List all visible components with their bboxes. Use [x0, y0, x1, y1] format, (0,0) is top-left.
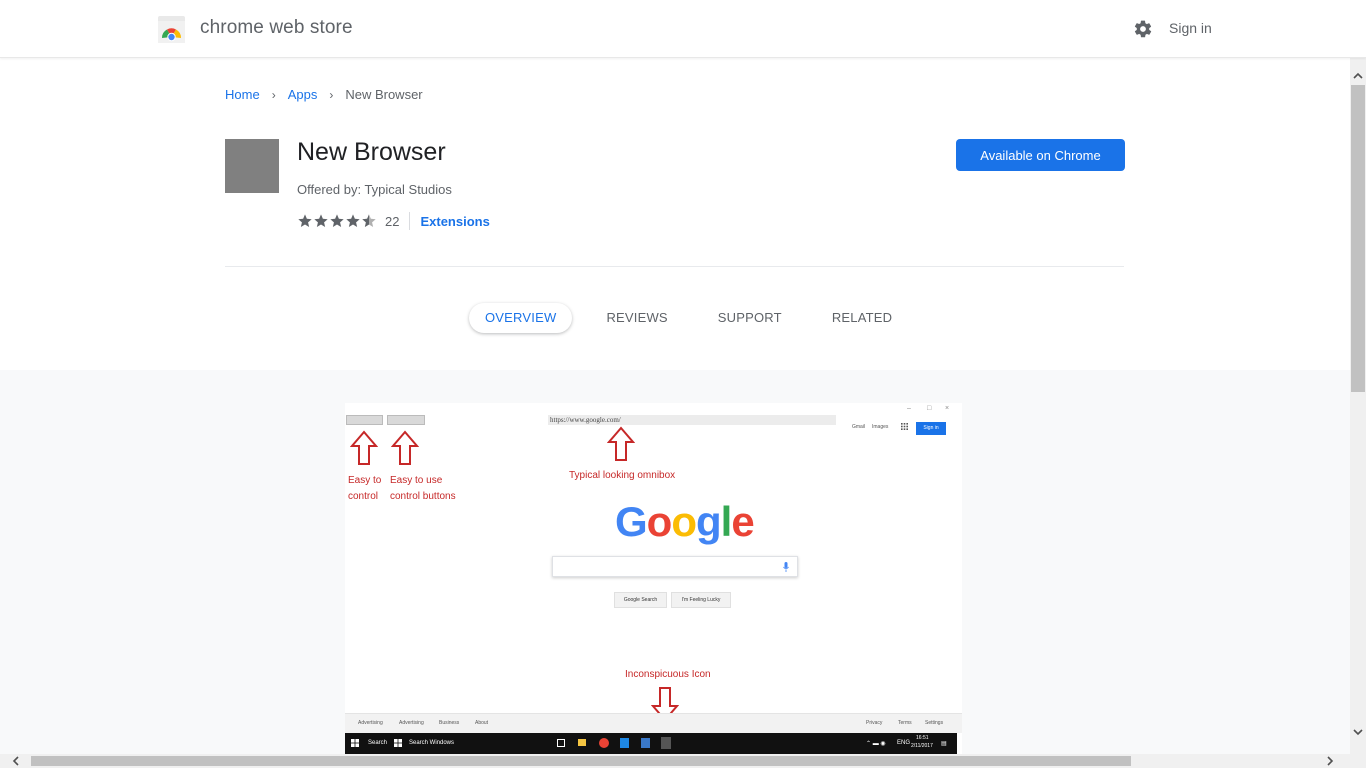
- footer-link: Advertising: [399, 720, 424, 726]
- star-icon: [346, 214, 360, 227]
- annotation-line: control: [348, 491, 379, 502]
- vertical-scroll-thumb[interactable]: [1351, 85, 1365, 392]
- apps-grid-icon: [901, 423, 908, 430]
- star-icon: [314, 214, 328, 227]
- horizontal-scroll-thumb[interactable]: [31, 756, 1131, 766]
- footer-link: Privacy: [866, 720, 883, 726]
- taskbar-app-icon: [620, 738, 629, 748]
- screenshot-taskbar: Search Search Windows ⌃ ▬ ◉ ENG 16:51 2/…: [345, 733, 957, 754]
- breadcrumb-current: New Browser: [345, 87, 423, 102]
- arrow-up-icon: [391, 430, 419, 465]
- gear-icon[interactable]: [1133, 19, 1153, 39]
- taskbar-search-windows-label: Search Windows: [409, 740, 455, 746]
- footer-link: Settings: [925, 720, 944, 726]
- footer-link: About: [475, 720, 489, 726]
- screenshot-control-buttons: [346, 415, 383, 425]
- taskbar-tray-icons: ⌃ ▬ ◉: [866, 741, 886, 747]
- taskbar-search-label: Search: [368, 740, 388, 746]
- breadcrumb-home[interactable]: Home: [225, 87, 260, 102]
- tab-reviews[interactable]: REVIEWS: [606, 303, 667, 333]
- vertical-scrollbar[interactable]: [1350, 58, 1366, 754]
- rating-count[interactable]: 22: [385, 214, 399, 229]
- footer-link: Business: [439, 720, 460, 726]
- taskbar-time: 16:51: [916, 735, 929, 741]
- category-link[interactable]: Extensions: [420, 214, 489, 229]
- arrow-up-icon: [607, 426, 635, 461]
- annotation-line: Easy to: [348, 475, 382, 486]
- arrow-up-icon: [350, 430, 378, 465]
- scroll-up-arrow-icon[interactable]: [1350, 68, 1366, 84]
- screenshot-control-buttons: [387, 415, 425, 425]
- breadcrumb-apps[interactable]: Apps: [288, 87, 318, 102]
- google-logo: Google: [615, 498, 755, 545]
- microphone-icon: [783, 562, 789, 572]
- app-screenshot[interactable]: https://www.google.com/ – □ × Gmail Imag…: [345, 403, 962, 754]
- main-content: Home › Apps › New Browser New Browser Of…: [0, 58, 1350, 754]
- offered-by: Offered by: Typical Studios: [297, 182, 452, 197]
- chevron-right-icon: ›: [271, 87, 276, 102]
- annotation-control-buttons: Easy to use control buttons: [390, 473, 456, 505]
- rating-stars[interactable]: [297, 213, 377, 229]
- footer-link: Advertising: [358, 720, 383, 726]
- windows-icon: [394, 739, 402, 747]
- chevron-right-icon: ›: [329, 87, 334, 102]
- screenshot-gallery: https://www.google.com/ – □ × Gmail Imag…: [0, 370, 1350, 754]
- screenshot-search-box: [552, 556, 798, 577]
- screenshot-maximize-icon: □: [927, 405, 932, 412]
- notification-icon: ▤: [941, 741, 947, 747]
- windows-icon: [351, 739, 359, 747]
- taskbar-new-browser-icon: [661, 737, 671, 749]
- top-header: chrome web store Sign in: [0, 0, 1366, 58]
- screenshot-images-link: Images: [872, 424, 889, 430]
- screenshot-signin-button: Sign in: [916, 422, 946, 435]
- star-icon: [298, 214, 312, 227]
- star-icon: [330, 214, 344, 227]
- section-divider: [225, 266, 1124, 267]
- annotation-easy-control: Easy to control: [348, 473, 381, 505]
- scroll-left-arrow-icon[interactable]: [8, 754, 24, 768]
- app-icon: [225, 139, 279, 193]
- chrome-web-store-page: chrome web store Sign in Home › Apps › N…: [0, 0, 1366, 768]
- detail-tabs: OVERVIEW REVIEWS SUPPORT RELATED: [469, 303, 892, 333]
- annotation-line: Easy to use: [390, 475, 443, 486]
- rating-row: 22 Extensions: [297, 212, 490, 230]
- footer-link: Terms: [898, 720, 912, 726]
- screenshot-feeling-lucky-button: I'm Feeling Lucky: [671, 592, 731, 608]
- annotation-icon: Inconspicuous Icon: [625, 669, 711, 680]
- taskbar-app-icon: [557, 739, 565, 747]
- divider: [409, 212, 411, 230]
- install-button[interactable]: Available on Chrome: [956, 139, 1125, 171]
- star-half-icon: [362, 214, 376, 227]
- screenshot-gmail-link: Gmail: [852, 424, 866, 430]
- taskbar-language: ENG: [897, 740, 911, 746]
- tab-overview[interactable]: OVERVIEW: [469, 303, 573, 333]
- sign-in-link[interactable]: Sign in: [1169, 20, 1212, 36]
- annotation-omnibox: Typical looking omnibox: [569, 470, 676, 481]
- folder-icon: [578, 739, 586, 746]
- screenshot-minimize-icon: –: [907, 405, 911, 412]
- chrome-web-store-logo[interactable]: [158, 16, 185, 43]
- screenshot-omnibox: https://www.google.com/: [548, 415, 836, 425]
- annotation-line: control buttons: [390, 491, 456, 502]
- scroll-right-arrow-icon[interactable]: [1322, 754, 1338, 768]
- chrome-icon: [599, 738, 609, 748]
- tab-related[interactable]: RELATED: [832, 303, 892, 333]
- breadcrumb: Home › Apps › New Browser: [225, 87, 423, 102]
- taskbar-app-icon: [641, 738, 650, 748]
- tab-support[interactable]: SUPPORT: [718, 303, 782, 333]
- screenshot-footer: Advertising Advertising Business About P…: [345, 713, 962, 733]
- brand-title[interactable]: chrome web store: [200, 17, 353, 39]
- screenshot-google-search-button: Google Search: [614, 592, 667, 608]
- horizontal-scrollbar[interactable]: [0, 754, 1366, 768]
- scroll-down-arrow-icon[interactable]: [1350, 724, 1366, 740]
- screenshot-close-icon: ×: [945, 405, 950, 412]
- taskbar-date: 2/11/2017: [911, 743, 933, 749]
- page-title: New Browser: [297, 138, 446, 166]
